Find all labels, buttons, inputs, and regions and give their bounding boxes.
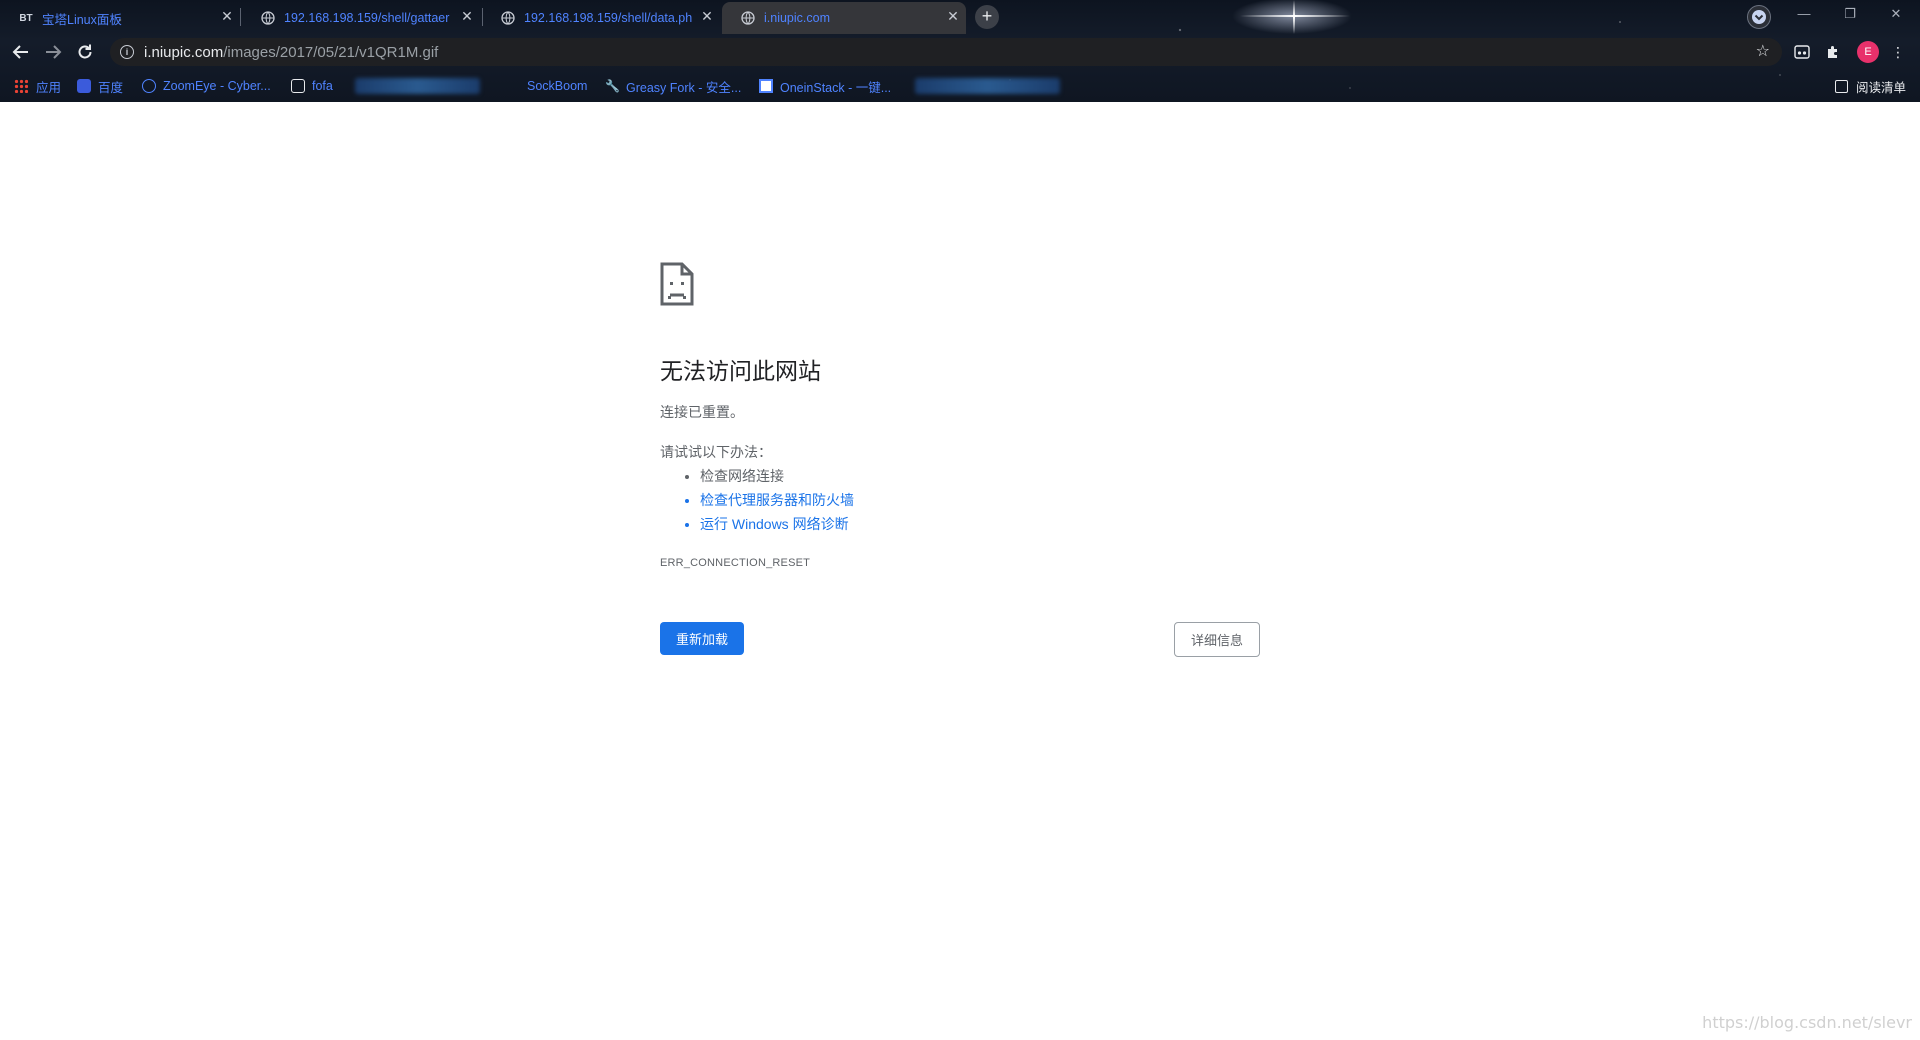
url-path: /images/2017/05/21/v1QR1M.gif — [223, 43, 439, 61]
tab-title: 192.168.198.159/shell/gattaer — [284, 11, 450, 25]
bookmark-star-icon[interactable]: ☆ — [1756, 41, 1770, 61]
bookmark-sockboom[interactable]: SockBoom — [527, 77, 587, 95]
fofa-icon — [291, 79, 305, 93]
error-code: ERR_CONNECTION_RESET — [660, 557, 811, 569]
bookmark-zoomeye[interactable]: ZoomEye - Cyber... — [142, 77, 271, 95]
close-icon[interactable]: ✕ — [698, 8, 716, 25]
bookmark-label: Greasy Fork - 安全... — [626, 80, 742, 95]
tab-bt-panel[interactable]: BT 宝塔Linux面板 ✕ — [0, 2, 240, 34]
bookmark-label: SockBoom — [527, 79, 588, 93]
suggestions-list: 检查网络连接 检查代理服务器和防火墙 运行 Windows 网络诊断 — [660, 464, 854, 536]
back-arrow-icon — [12, 45, 28, 59]
apps-grid-icon — [14, 79, 28, 93]
suggestion-check-proxy-link[interactable]: 检查代理服务器和防火墙 — [700, 488, 854, 512]
back-button[interactable] — [6, 37, 36, 67]
page-content: 无法访问此网站 连接已重置。 请试试以下办法： 检查网络连接 检查代理服务器和防… — [0, 102, 1920, 1040]
bt-favicon-icon: BT — [19, 12, 33, 24]
watermark: https://blog.csdn.net/slevr — [1702, 1013, 1912, 1032]
redacted-bookmark — [355, 78, 480, 94]
bookmark-label: ZoomEye - Cyber... — [163, 79, 271, 93]
sad-page-icon — [660, 262, 694, 306]
globe-icon — [740, 10, 756, 26]
bookmark-label: 百度 — [98, 80, 124, 95]
tab-shell-data[interactable]: 192.168.198.159/shell/data.ph ✕ — [482, 2, 720, 34]
globe-icon — [260, 10, 276, 26]
bookmarks-bar: 应用 百度 ZoomEye - Cyber... fofa SockBoom 🔧… — [0, 70, 1920, 102]
bookmark-greasyfork[interactable]: 🔧 Greasy Fork - 安全... — [605, 77, 741, 95]
close-icon[interactable]: ✕ — [944, 8, 962, 25]
zoomeye-icon — [142, 79, 156, 93]
chevron-down-icon — [1752, 10, 1766, 24]
browser-chrome: BT 宝塔Linux面板 ✕ 192.168.198.159/shell/gat… — [0, 0, 1920, 102]
close-icon[interactable]: ✕ — [218, 8, 236, 25]
globe-icon — [500, 10, 516, 26]
puzzle-icon[interactable] — [1823, 42, 1843, 62]
tab-shell-gattaer[interactable]: 192.168.198.159/shell/gattaer ✕ — [242, 2, 480, 34]
bookmark-apps[interactable]: 应用 — [14, 77, 61, 95]
info-icon[interactable]: i — [120, 45, 134, 59]
forward-button[interactable] — [38, 37, 68, 67]
baidu-icon — [77, 79, 91, 93]
bookmark-label: OneinStack - 一键... — [780, 80, 892, 95]
suggestion-check-network: 检查网络连接 — [700, 464, 854, 488]
suggestions-heading: 请试试以下办法： — [660, 444, 772, 460]
close-window-button[interactable]: ✕ — [1874, 0, 1918, 30]
error-subtitle: 连接已重置。 — [660, 404, 744, 420]
new-tab-button[interactable]: + — [975, 5, 999, 29]
bookmark-fofa[interactable]: fofa — [291, 77, 333, 95]
extension-icon[interactable] — [1792, 42, 1812, 62]
toolbar: i i.niupic.com/images/2017/05/21/v1QR1M.… — [0, 34, 1920, 70]
reload-page-button[interactable]: 重新加载 — [660, 622, 744, 655]
tab-strip: BT 宝塔Linux面板 ✕ 192.168.198.159/shell/gat… — [0, 0, 1920, 34]
restore-button[interactable]: ❐ — [1828, 0, 1872, 30]
bookmark-baidu[interactable]: 百度 — [77, 77, 123, 95]
minimize-button[interactable]: — — [1782, 0, 1826, 30]
bookmark-oneinstack[interactable]: OneinStack - 一键... — [759, 77, 891, 95]
details-button[interactable]: 详细信息 — [1174, 622, 1260, 657]
oneinstack-icon — [759, 79, 773, 93]
avatar[interactable]: E — [1857, 41, 1879, 63]
bookmark-label: 应用 — [36, 80, 62, 95]
address-bar[interactable]: i i.niupic.com/images/2017/05/21/v1QR1M.… — [110, 38, 1782, 66]
reading-list-icon — [1834, 80, 1848, 93]
reading-list-label: 阅读清单 — [1855, 81, 1906, 95]
url-host: i.niupic.com — [144, 43, 224, 61]
reading-list-button[interactable]: 阅读清单 — [1834, 77, 1906, 96]
tab-separator — [240, 8, 241, 26]
forward-arrow-icon — [46, 45, 62, 59]
close-icon[interactable]: ✕ — [458, 8, 476, 25]
bookmark-label: fofa — [312, 79, 333, 93]
tab-title: 192.168.198.159/shell/data.ph — [524, 11, 693, 25]
tab-title: i.niupic.com — [764, 11, 830, 25]
suggestion-windows-diagnostics-link[interactable]: 运行 Windows 网络诊断 — [700, 512, 854, 536]
tab-title: 宝塔Linux面板 — [42, 12, 122, 27]
page-title: 无法访问此网站 — [660, 358, 821, 384]
tab-search-button[interactable] — [1747, 5, 1771, 29]
reload-button[interactable] — [70, 37, 100, 67]
reload-icon — [78, 44, 92, 59]
tab-niupic[interactable]: i.niupic.com ✕ — [722, 2, 966, 34]
greasyfork-icon: 🔧 — [605, 79, 620, 93]
kebab-menu-icon[interactable]: ⋮ — [1888, 42, 1908, 62]
redacted-bookmark — [915, 78, 1060, 94]
